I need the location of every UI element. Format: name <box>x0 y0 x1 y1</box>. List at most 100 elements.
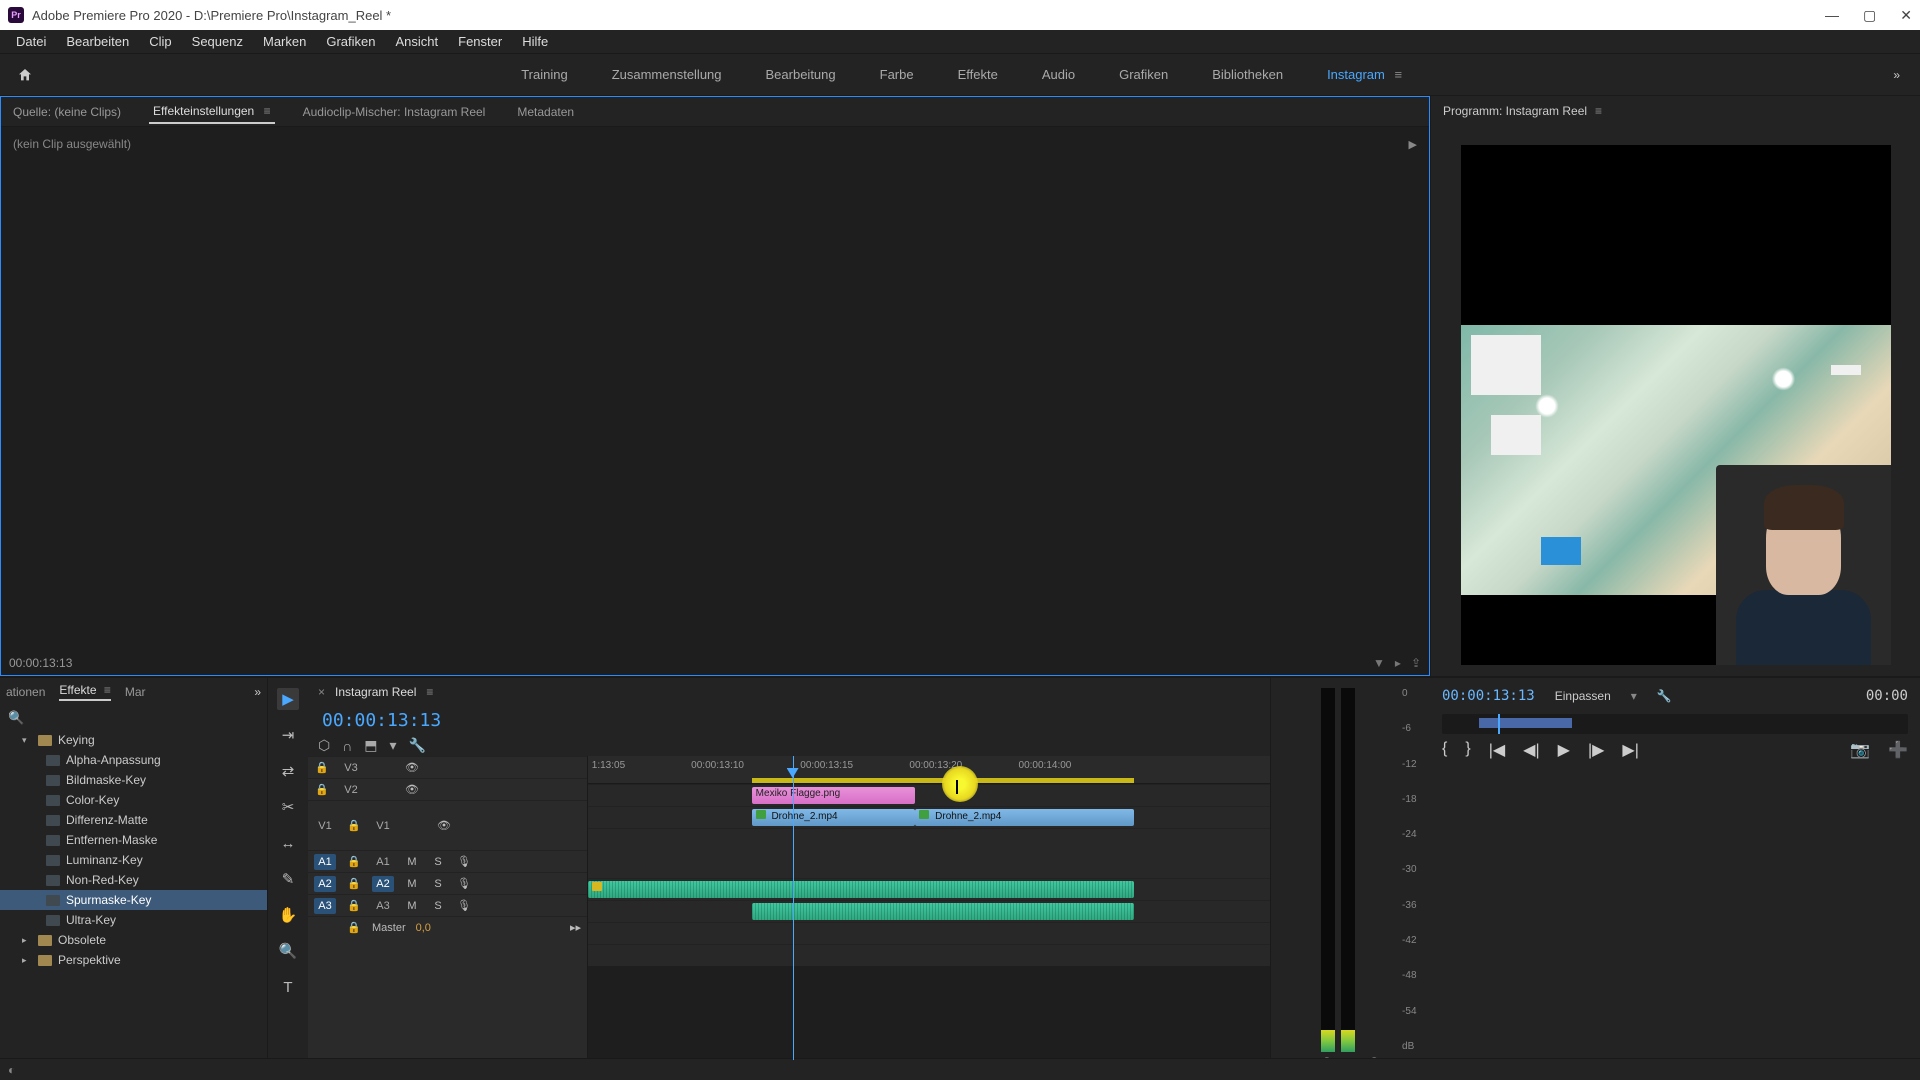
add-marker-icon[interactable]: ⬒ <box>364 737 377 754</box>
export-frame-button[interactable]: 📷 <box>1850 740 1870 760</box>
sequence-close[interactable]: × <box>318 685 325 699</box>
home-button[interactable] <box>0 67 50 83</box>
menu-window[interactable]: Fenster <box>448 31 512 52</box>
eye-icon[interactable]: 👁 <box>404 783 420 796</box>
eye-icon[interactable]: 👁 <box>404 761 420 774</box>
go-to-in-button[interactable]: |◀ <box>1489 740 1505 760</box>
play-button[interactable]: ▶ <box>1558 740 1570 760</box>
target-a3[interactable]: A3 <box>372 898 394 914</box>
timeline-timecode[interactable]: 00:00:13:13 <box>322 710 441 731</box>
tab-audio-mixer[interactable]: Audioclip-Mischer: Instagram Reel <box>299 101 490 123</box>
workspace-effects[interactable]: Effekte <box>952 63 1004 86</box>
program-zoom-dropdown-icon[interactable]: ▾ <box>1631 689 1637 703</box>
menu-graphics[interactable]: Grafiken <box>316 31 385 52</box>
track-header-a3[interactable]: A3 🔒 A3 M S 🎙 <box>308 894 587 916</box>
track-a2[interactable] <box>588 900 1270 922</box>
lock-icon[interactable]: 🔒 <box>314 761 330 774</box>
play-icon[interactable]: ▸ <box>1395 656 1401 670</box>
clip-mexico-flag[interactable]: Mexiko Flagge.png <box>752 787 916 804</box>
workspace-editing[interactable]: Bearbeitung <box>760 63 842 86</box>
selection-tool[interactable]: ▶ <box>277 688 299 710</box>
twisty-closed-icon[interactable]: ▸ <box>22 955 32 966</box>
settings-icon[interactable]: ▾ <box>390 737 397 754</box>
razor-tool[interactable]: ✂ <box>277 796 299 818</box>
track-header-v2[interactable]: 🔒 V2 👁 <box>308 778 587 800</box>
lock-icon[interactable]: 🔒 <box>346 855 362 868</box>
lock-icon[interactable]: 🔒 <box>346 899 362 912</box>
program-menu-icon[interactable]: ≡ <box>1595 104 1602 118</box>
button-editor-icon[interactable]: ➕ <box>1888 740 1908 760</box>
target-v1[interactable]: V1 <box>372 818 394 834</box>
sequence-name[interactable]: Instagram Reel <box>335 685 416 699</box>
go-to-out-button[interactable]: ▶| <box>1622 740 1638 760</box>
solo-button[interactable]: S <box>430 878 446 890</box>
effects-overflow[interactable]: » <box>254 685 261 699</box>
close-button[interactable]: ✕ <box>1900 7 1912 24</box>
linked-selection-icon[interactable]: ∩ <box>342 738 352 754</box>
hand-tool[interactable]: ✋ <box>277 904 299 926</box>
program-range[interactable] <box>1479 718 1572 728</box>
workspace-graphics[interactable]: Grafiken <box>1113 63 1174 86</box>
effect-alpha-adjust[interactable]: Alpha-Anpassung <box>0 750 267 770</box>
mute-button[interactable]: M <box>404 878 420 890</box>
tab-effects[interactable]: Effekte ≡ <box>59 683 111 701</box>
eye-icon[interactable]: 👁 <box>436 819 452 832</box>
program-tc-left[interactable]: 00:00:13:13 <box>1442 688 1535 704</box>
effect-image-matte-key[interactable]: Bildmaske-Key <box>0 770 267 790</box>
wrench-icon[interactable]: 🔧 <box>409 737 426 754</box>
program-zoom-fit[interactable]: Einpassen <box>1555 689 1611 703</box>
track-v3[interactable]: Mexiko Flagge.png <box>588 784 1270 806</box>
src-a3[interactable]: A3 <box>314 898 336 914</box>
program-monitor-viewport[interactable] <box>1431 126 1920 676</box>
lock-icon[interactable]: 🔒 <box>346 877 362 890</box>
menu-view[interactable]: Ansicht <box>385 31 448 52</box>
menu-help[interactable]: Hilfe <box>512 31 558 52</box>
tab-effect-controls[interactable]: Effekteinstellungen ≡ <box>149 100 275 124</box>
target-v2[interactable]: V2 <box>340 782 362 798</box>
folder-keying[interactable]: ▾ Keying <box>0 730 267 750</box>
lock-icon[interactable]: 🔒 <box>346 819 362 832</box>
sequence-menu-icon[interactable]: ≡ <box>426 685 433 699</box>
record-icon[interactable]: 🎙 <box>456 899 472 912</box>
slip-tool[interactable]: ↔ <box>277 832 299 854</box>
lock-icon[interactable]: 🔒 <box>346 921 362 934</box>
track-v1[interactable] <box>588 828 1270 878</box>
mute-button[interactable]: M <box>404 900 420 912</box>
workspace-menu-icon[interactable]: ≡ <box>1395 67 1403 82</box>
maximize-button[interactable]: ▢ <box>1863 7 1876 24</box>
clip-audio-music[interactable] <box>588 881 1134 898</box>
time-ruler[interactable]: 1:13:05 00:00:13:10 00:00:13:15 00:00:13… <box>588 756 1270 784</box>
clip-audio-a2[interactable] <box>752 903 1134 920</box>
step-back-button[interactable]: ◀| <box>1523 740 1539 760</box>
target-a2[interactable]: A2 <box>372 876 394 892</box>
effect-difference-matte[interactable]: Differenz-Matte <box>0 810 267 830</box>
src-a1[interactable]: A1 <box>314 854 336 870</box>
clip-drone-2a[interactable]: Drohne_2.mp4 <box>752 809 916 826</box>
effect-track-matte-key[interactable]: Spurmaske-Key <box>0 890 267 910</box>
mark-out-button[interactable]: } <box>1465 740 1470 760</box>
filter-icon[interactable]: ▼ <box>1373 656 1385 670</box>
minimize-button[interactable]: — <box>1825 7 1839 24</box>
master-value[interactable]: 0,0 <box>416 922 431 934</box>
menu-clip[interactable]: Clip <box>139 31 181 52</box>
program-scrub-bar[interactable] <box>1442 714 1908 734</box>
pen-tool[interactable]: ✎ <box>277 868 299 890</box>
track-header-master[interactable]: 🔒 Master 0,0 ▸▸ <box>308 916 587 938</box>
workspace-libraries[interactable]: Bibliotheken <box>1206 63 1289 86</box>
search-icon[interactable]: 🔍 <box>8 710 24 726</box>
src-v1[interactable]: V1 <box>314 818 336 834</box>
effect-color-key[interactable]: Color-Key <box>0 790 267 810</box>
solo-button[interactable]: S <box>430 856 446 868</box>
tab-metadata[interactable]: Metadaten <box>513 101 578 123</box>
zoom-tool[interactable]: 🔍 <box>277 940 299 962</box>
solo-button[interactable]: S <box>430 900 446 912</box>
mute-button[interactable]: M <box>404 856 420 868</box>
playhead[interactable] <box>793 756 794 1060</box>
mark-in-button[interactable]: { <box>1442 740 1447 760</box>
effect-remove-matte[interactable]: Entfernen-Maske <box>0 830 267 850</box>
workspace-overflow[interactable]: » <box>1873 68 1920 82</box>
track-v2[interactable]: Drohne_2.mp4 Drohne_2.mp4 <box>588 806 1270 828</box>
export-icon[interactable]: ⇪ <box>1411 656 1421 670</box>
clip-drone-2b[interactable]: Drohne_2.mp4 <box>915 809 1133 826</box>
twisty-closed-icon[interactable]: ▸ <box>22 935 32 946</box>
